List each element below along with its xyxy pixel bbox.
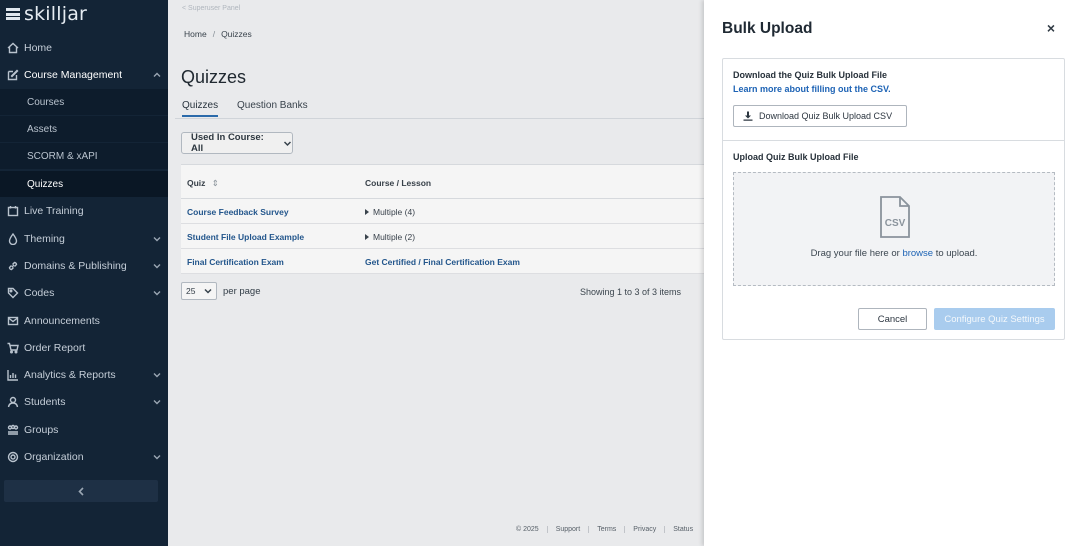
section-divider — [723, 140, 1064, 141]
sidebar-item-course-management[interactable]: Course Management — [0, 62, 168, 88]
sidebar-subitem-scorm-xapi[interactable]: SCORM & xAPI — [0, 143, 168, 169]
sidebar-item-label: Groups — [24, 424, 59, 436]
cancel-button[interactable]: Cancel — [858, 308, 927, 330]
tag-icon — [6, 286, 20, 300]
chevron-down-icon — [152, 370, 162, 380]
chevron-down-icon — [152, 288, 162, 298]
logo-icon — [6, 7, 20, 21]
group-icon — [6, 423, 20, 437]
sidebar-subitem-label: Courses — [27, 96, 65, 108]
learn-more-link[interactable]: Learn more about filling out the CSV. — [733, 84, 891, 94]
sidebar: skilljar Home Course Management Courses … — [0, 0, 168, 546]
calendar-icon — [6, 204, 20, 218]
sidebar-item-announcements[interactable]: Announcements — [0, 308, 168, 334]
gear-icon — [6, 450, 20, 464]
chevron-down-icon — [152, 452, 162, 462]
collapse-sidebar-button[interactable] — [4, 480, 158, 502]
download-csv-button[interactable]: Download Quiz Bulk Upload CSV — [733, 105, 907, 127]
sidebar-item-live-training[interactable]: Live Training — [0, 198, 168, 224]
sidebar-item-label: Organization — [24, 451, 84, 463]
sidebar-item-label: Domains & Publishing — [24, 260, 127, 272]
link-icon — [6, 259, 20, 273]
upload-section-title: Upload Quiz Bulk Upload File — [733, 152, 859, 162]
download-icon — [743, 111, 753, 121]
sidebar-item-codes[interactable]: Codes — [0, 280, 168, 306]
chevron-down-icon — [152, 397, 162, 407]
chevron-left-icon — [77, 486, 84, 496]
sidebar-item-label: Course Management — [24, 69, 123, 81]
chevron-down-icon — [152, 234, 162, 244]
sidebar-item-label: Analytics & Reports — [24, 369, 116, 381]
sidebar-item-order-report[interactable]: Order Report — [0, 335, 168, 361]
sidebar-item-label: Home — [24, 42, 53, 54]
sidebar-subitem-label: Quizzes — [27, 178, 64, 190]
download-section-title: Download the Quiz Bulk Upload File — [733, 70, 888, 80]
chart-icon — [6, 368, 20, 382]
drawer-title: Bulk Upload — [722, 20, 813, 37]
csv-file-icon: CSV — [880, 196, 910, 238]
edit-icon — [6, 68, 20, 82]
csv-icon-label: CSV — [885, 218, 906, 229]
sidebar-item-organization[interactable]: Organization — [0, 444, 168, 470]
sidebar-item-label: Codes — [24, 287, 55, 299]
sidebar-item-students[interactable]: Students — [0, 389, 168, 415]
bulk-upload-drawer: Bulk Upload × Download the Quiz Bulk Upl… — [704, 0, 1092, 546]
sidebar-item-groups[interactable]: Groups — [0, 417, 168, 443]
download-csv-label: Download Quiz Bulk Upload CSV — [759, 111, 893, 121]
skilljar-logo[interactable]: skilljar — [6, 2, 87, 26]
browse-link[interactable]: browse — [902, 248, 933, 259]
sidebar-item-theming[interactable]: Theming — [0, 226, 168, 252]
modal-backdrop[interactable] — [168, 0, 704, 546]
mail-icon — [6, 314, 20, 328]
file-dropzone[interactable]: CSV Drag your file here or browse to upl… — [733, 172, 1055, 286]
chevron-down-icon — [152, 261, 162, 271]
sidebar-item-label: Theming — [24, 233, 65, 245]
chevron-up-icon — [152, 70, 162, 80]
sidebar-item-domains-publishing[interactable]: Domains & Publishing — [0, 253, 168, 279]
droplet-icon — [6, 232, 20, 246]
sidebar-item-home[interactable]: Home — [0, 35, 168, 61]
sidebar-item-label: Students — [24, 396, 66, 408]
sidebar-subitem-label: SCORM & xAPI — [27, 150, 98, 162]
sidebar-item-label: Live Training — [24, 205, 84, 217]
sidebar-item-label: Announcements — [24, 315, 100, 327]
cart-icon — [6, 341, 20, 355]
configure-quiz-settings-button[interactable]: Configure Quiz Settings — [934, 308, 1055, 330]
close-icon[interactable]: × — [1044, 20, 1058, 36]
sidebar-subitem-label: Assets — [27, 123, 58, 135]
sidebar-subitem-courses[interactable]: Courses — [0, 89, 168, 115]
logo-text: skilljar — [24, 3, 88, 25]
dropzone-text: Drag your file here or browse to upload. — [734, 248, 1054, 259]
home-icon — [6, 41, 20, 55]
sidebar-item-analytics-reports[interactable]: Analytics & Reports — [0, 362, 168, 388]
sidebar-subitem-quizzes[interactable]: Quizzes — [0, 171, 168, 197]
sidebar-item-label: Order Report — [24, 342, 86, 354]
bulk-upload-panel: Download the Quiz Bulk Upload File Learn… — [722, 58, 1065, 340]
user-icon — [6, 395, 20, 409]
sidebar-subitem-assets[interactable]: Assets — [0, 116, 168, 142]
drop-prefix: Drag your file here or — [810, 248, 903, 259]
drop-suffix: to upload. — [933, 248, 978, 259]
